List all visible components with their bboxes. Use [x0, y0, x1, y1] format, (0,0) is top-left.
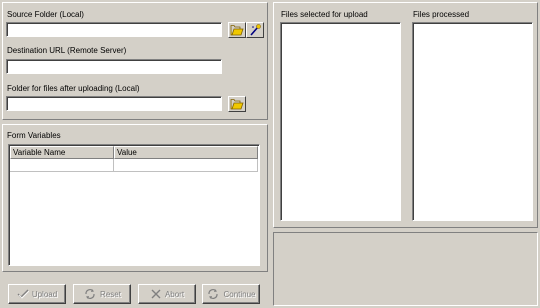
abort-button-label: Abort: [164, 289, 185, 299]
destination-url-textbox[interactable]: [7, 60, 221, 73]
close-icon: [151, 289, 161, 299]
source-browse-button[interactable]: [228, 22, 246, 38]
reset-button-label: Reset: [100, 289, 121, 299]
folder-open-icon: [230, 25, 244, 36]
grid-cell-value[interactable]: [114, 159, 258, 172]
files-selected-label: Files selected for upload: [281, 10, 368, 19]
grid-cell-variable-name[interactable]: [10, 159, 114, 172]
upload-button[interactable]: Upload: [8, 284, 66, 304]
destination-url-label: Destination URL (Remote Server): [7, 46, 127, 55]
status-panel: [273, 232, 538, 306]
source-folder-label: Source Folder (Local): [7, 10, 84, 19]
source-wizard-button[interactable]: [246, 22, 264, 38]
files-selected-list[interactable]: [280, 22, 401, 221]
destination-url-input[interactable]: [6, 59, 222, 74]
reset-button[interactable]: Reset: [73, 284, 131, 304]
files-processed-list[interactable]: [412, 22, 533, 221]
column-header-value[interactable]: Value: [114, 146, 258, 159]
source-folder-textbox[interactable]: [7, 23, 221, 36]
after-upload-folder-input[interactable]: [6, 96, 222, 111]
checkmark-icon: [17, 289, 29, 299]
after-upload-browse-button[interactable]: [228, 96, 246, 112]
magic-wand-icon: [250, 24, 261, 36]
source-folder-input[interactable]: [6, 22, 222, 37]
after-upload-folder-textbox[interactable]: [7, 97, 221, 110]
continue-button[interactable]: Continue: [202, 284, 260, 304]
column-header-variable-name[interactable]: Variable Name: [10, 146, 114, 159]
abort-button[interactable]: Abort: [138, 284, 196, 304]
refresh-icon: [85, 289, 95, 299]
after-upload-folder-label: Folder for files after uploading (Local): [7, 84, 140, 93]
table-row[interactable]: [10, 159, 258, 172]
form-variables-grid[interactable]: Variable Name Value: [8, 144, 260, 266]
continue-button-label: Continue: [223, 289, 256, 299]
form-variables-title: Form Variables: [7, 131, 61, 140]
refresh-icon: [208, 289, 219, 299]
upload-button-label: Upload: [31, 289, 58, 299]
folder-open-icon: [230, 99, 244, 110]
grid-header: Variable Name Value: [10, 146, 258, 159]
files-processed-label: Files processed: [413, 10, 470, 19]
